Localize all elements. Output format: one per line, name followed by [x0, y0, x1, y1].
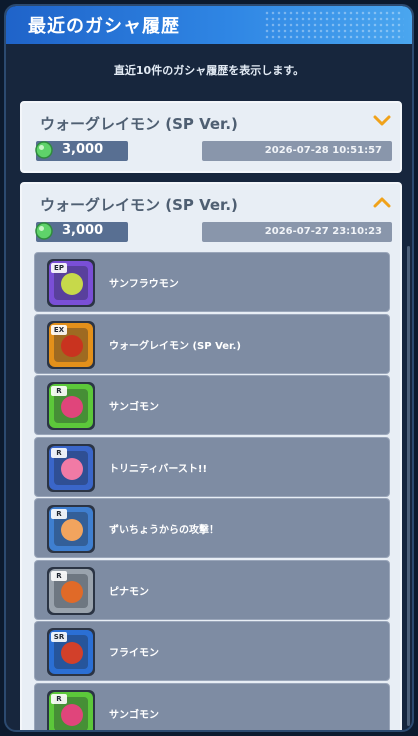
history-entry[interactable]: ウォーグレイモン (SP Ver.) 3,000 2026-07-27 23:1… — [20, 182, 402, 730]
rarity-badge: R — [56, 510, 62, 518]
card-thumbnail-icon: R — [47, 566, 95, 615]
result-card-row[interactable]: R サンゴモン — [34, 682, 390, 730]
gacha-history-panel: 最近のガシャ履歴 直近10件のガシャ履歴を表示します。 ウォーグレイモン (SP… — [4, 4, 414, 732]
cost-badge: 3,000 — [35, 141, 128, 161]
chevron-down-icon[interactable] — [372, 111, 392, 131]
title-bar-pattern — [264, 10, 404, 40]
rarity-badge: SR — [53, 633, 65, 641]
result-card-row[interactable]: SR フライモン — [34, 621, 390, 681]
result-card-row[interactable]: R ずいちょうからの攻撃！ — [34, 498, 390, 558]
card-thumbnail-icon: R — [47, 505, 95, 553]
card-thumbnail-icon: R — [47, 382, 95, 430]
result-card-row[interactable]: R トリニティバースト!! — [34, 436, 390, 497]
card-name-label: ウォーグレイモン (SP Ver.) — [109, 340, 241, 352]
chevron-up-icon[interactable] — [372, 192, 392, 212]
rarity-badge: R — [56, 387, 62, 395]
rarity-badge: R — [56, 448, 62, 457]
title-bar: 最近のガシャ履歴 — [6, 6, 412, 44]
cost-badge: 3,000 — [35, 222, 128, 242]
card-name-label: フライモン — [109, 648, 159, 659]
result-card-row[interactable]: R ピナモン — [34, 559, 390, 620]
rarity-badge: R — [56, 694, 62, 703]
history-date: 2026-07-27 23:10:23 — [202, 222, 392, 242]
card-name-label: サンゴモン — [109, 709, 159, 721]
card-name-label: サンフラウモン — [109, 279, 179, 290]
history-entry[interactable]: ウォーグレイモン (SP Ver.) 3,000 2026-07-28 10:5… — [20, 101, 402, 173]
result-card-row[interactable]: EP サンフラウモン — [34, 252, 390, 312]
card-name-label: ピナモン — [109, 586, 149, 598]
gem-icon — [35, 222, 53, 240]
card-name-label: トリニティバースト!! — [109, 463, 208, 475]
card-name-label: ずいちょうからの攻撃！ — [109, 525, 219, 536]
rarity-badge: EP — [54, 264, 64, 272]
history-entry-title: ウォーグレイモン (SP Ver.) — [40, 196, 238, 214]
panel-subtitle: 直近10件のガシャ履歴を表示します。 — [113, 64, 305, 77]
result-card-row[interactable]: R サンゴモン — [34, 375, 390, 435]
gem-icon — [35, 141, 53, 159]
card-thumbnail-icon: R — [47, 443, 95, 492]
panel-title: 最近のガシャ履歴 — [28, 16, 180, 37]
cost-value: 3,000 — [62, 142, 104, 157]
history-entry-title: ウォーグレイモン (SP Ver.) — [40, 115, 238, 133]
rarity-badge: R — [56, 571, 62, 580]
result-card-row[interactable]: EX ウォーグレイモン (SP Ver.) — [34, 313, 390, 374]
rarity-badge: EX — [53, 325, 65, 334]
card-name-label: サンゴモン — [109, 402, 159, 413]
history-date: 2026-07-28 10:51:57 — [202, 141, 392, 161]
card-thumbnail-icon: EX — [47, 320, 95, 369]
cost-value: 3,000 — [62, 223, 104, 238]
card-thumbnail-icon: SR — [47, 628, 95, 676]
card-thumbnail-icon: EP — [47, 259, 95, 307]
scrollbar[interactable] — [407, 246, 410, 726]
card-thumbnail-icon: R — [47, 689, 95, 730]
